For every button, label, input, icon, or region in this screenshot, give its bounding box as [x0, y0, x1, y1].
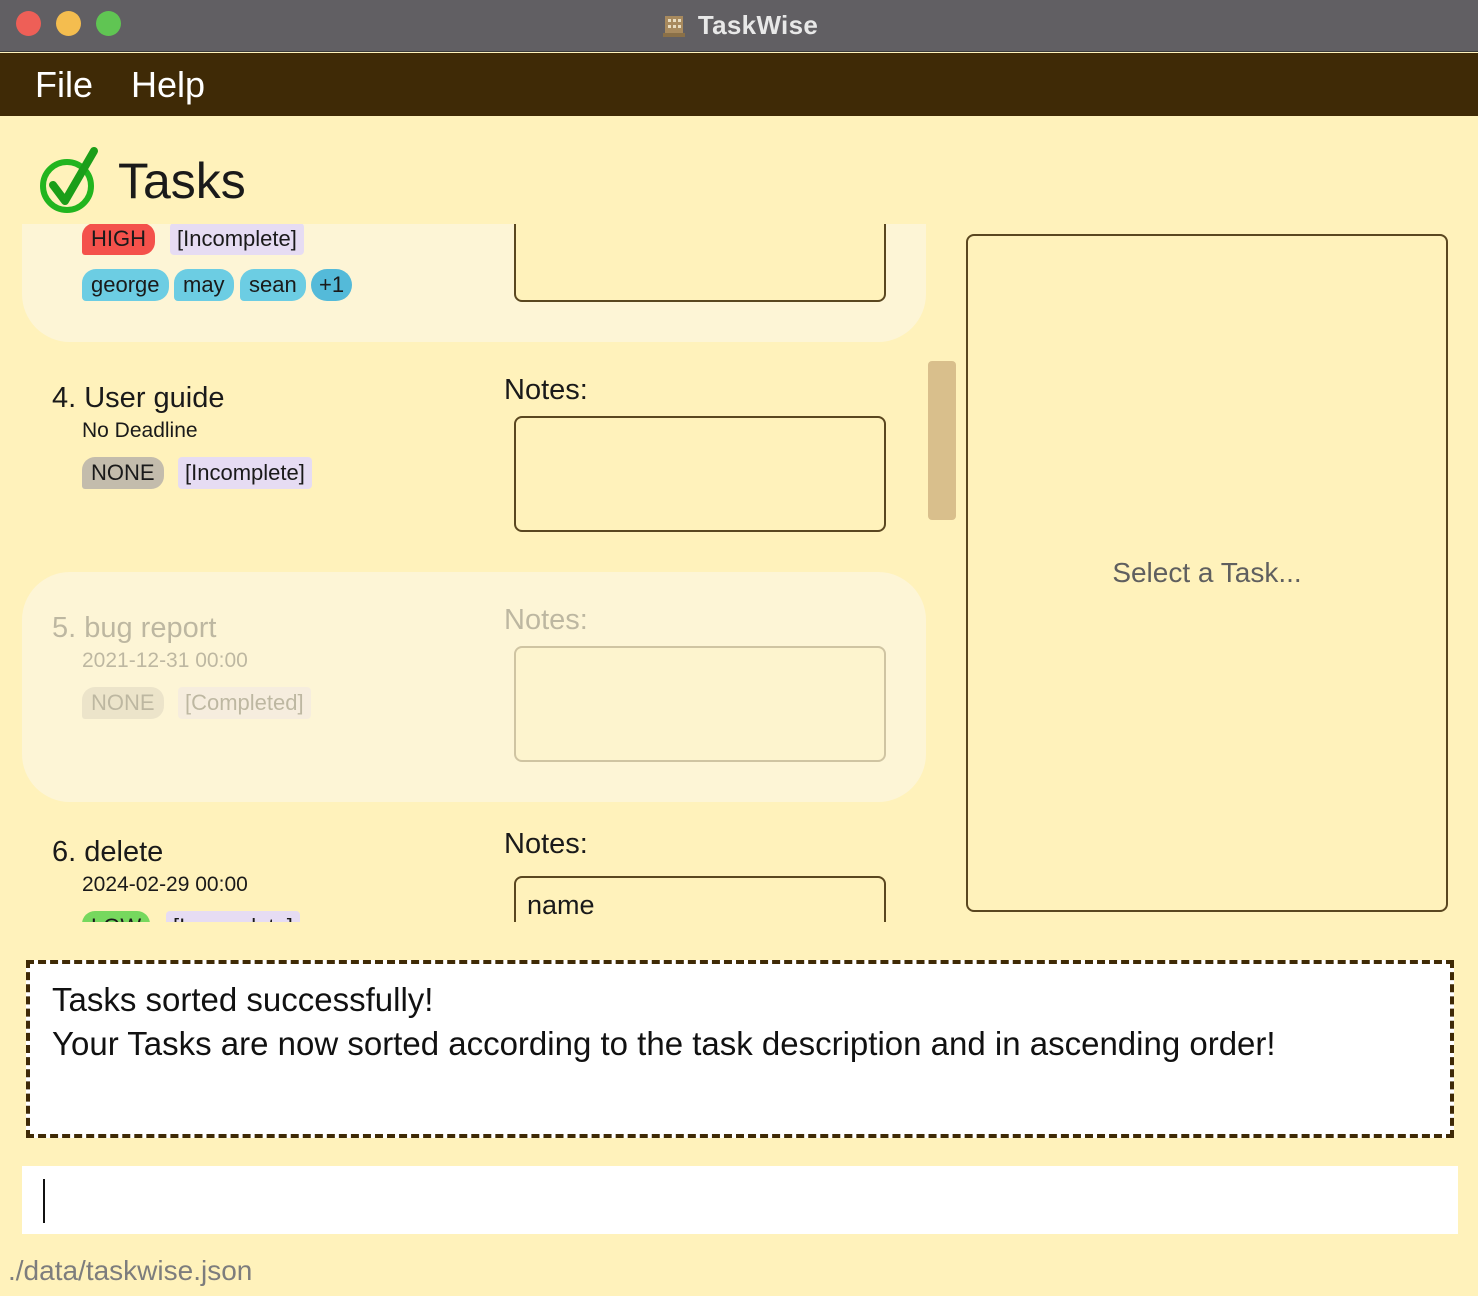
close-window-button[interactable]: [16, 11, 41, 36]
task-name: 6. delete: [52, 836, 164, 868]
tag-chip: sean: [240, 269, 306, 301]
result-message-line: Tasks sorted successfully!: [52, 981, 434, 1018]
page-title: Tasks: [118, 153, 246, 209]
task-list-header: Tasks: [38, 145, 246, 217]
notes-box: [514, 646, 886, 762]
app-window: TaskWise File Help Tasks HIGH [Incomplet…: [0, 0, 1478, 1296]
status-badge: [Completed]: [178, 687, 311, 719]
task-card[interactable]: 6. delete 2024-02-29 00:00 LOW [Incomple…: [22, 802, 926, 922]
priority-badge: NONE: [82, 457, 164, 489]
task-card[interactable]: 5. bug report 2021-12-31 00:00 NONE [Com…: [22, 572, 926, 802]
window-title-group: TaskWise: [660, 10, 818, 41]
window-title: TaskWise: [697, 10, 819, 40]
notes-label: Notes:: [504, 604, 588, 636]
notes-label: Notes:: [504, 374, 588, 406]
task-deadline: No Deadline: [82, 419, 198, 442]
notes-box: name: [514, 876, 886, 922]
more-tags-badge: +1: [311, 269, 353, 301]
checkmark-icon: [40, 147, 98, 213]
window-controls: [16, 11, 121, 36]
status-badge: [Incomplete]: [166, 911, 300, 922]
task-deadline: 2021-12-31 00:00: [82, 649, 248, 672]
priority-badge: LOW: [82, 911, 151, 922]
tag-chip: may: [174, 269, 234, 301]
task-name: 4. User guide: [52, 382, 225, 414]
menu-file[interactable]: File: [35, 64, 93, 106]
building-icon: [662, 15, 685, 37]
task-list[interactable]: HIGH [Incomplete] george may sean +1 4. …: [0, 224, 960, 922]
task-card[interactable]: 4. User guide No Deadline NONE [Incomple…: [22, 342, 926, 572]
task-name: 5. bug report: [52, 612, 217, 644]
minimize-window-button[interactable]: [56, 11, 81, 36]
detail-placeholder: Select a Task...: [1112, 557, 1302, 588]
task-card[interactable]: HIGH [Incomplete] george may sean +1: [22, 224, 926, 342]
command-input[interactable]: [22, 1166, 1458, 1234]
title-bar: TaskWise: [0, 0, 1478, 52]
tag-chip: george: [82, 269, 169, 301]
notes-box: [514, 224, 886, 302]
status-badge: [Incomplete]: [178, 457, 312, 489]
priority-badge: HIGH: [82, 224, 155, 255]
notes-box: [514, 416, 886, 532]
result-display: Tasks sorted successfully! Your Tasks ar…: [26, 960, 1454, 1138]
menu-help[interactable]: Help: [131, 64, 205, 106]
menu-bar: File Help: [0, 53, 1478, 116]
result-message-line: Your Tasks are now sorted according to t…: [52, 1025, 1276, 1062]
priority-badge: NONE: [82, 687, 164, 719]
zoom-window-button[interactable]: [96, 11, 121, 36]
task-list-scrollbar[interactable]: [928, 361, 956, 520]
notes-label: Notes:: [504, 828, 588, 860]
task-detail-panel: Select a Task...: [966, 234, 1448, 912]
status-bar-file-path: ./data/taskwise.json: [8, 1255, 253, 1286]
status-badge: [Incomplete]: [170, 224, 304, 255]
task-deadline: 2024-02-29 00:00: [82, 873, 248, 896]
text-caret: [43, 1179, 45, 1223]
